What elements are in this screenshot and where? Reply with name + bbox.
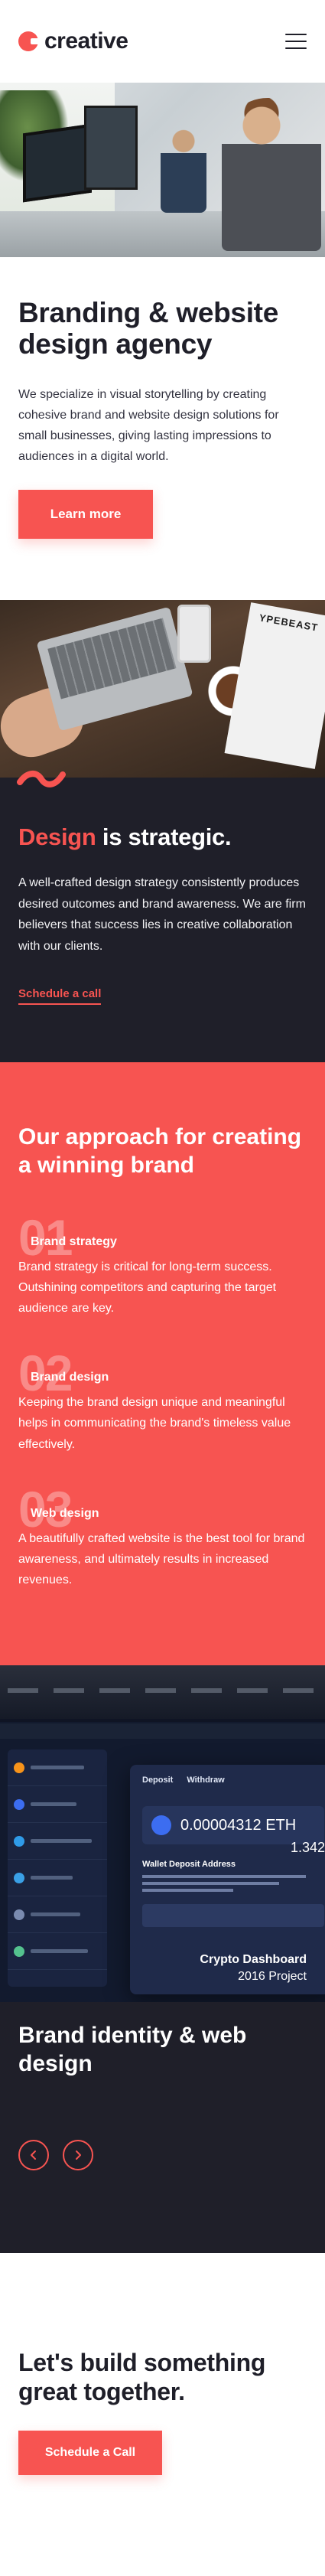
strategy-section: Design is strategic. A well-crafted desi… — [0, 771, 325, 1063]
text-line — [142, 1882, 279, 1886]
btc-icon — [14, 1762, 24, 1773]
text-line — [31, 1766, 84, 1770]
eth-icon — [14, 1798, 24, 1810]
projects-title: Brand identity & web design — [18, 2023, 247, 2076]
project-year: 2016 Project — [238, 1970, 307, 1984]
next-button[interactable] — [63, 2139, 93, 2170]
text-line — [31, 1876, 73, 1880]
menu-line — [285, 41, 307, 42]
approach-step: 01 Brand strategy Brand strategy is crit… — [18, 1212, 307, 1319]
laptop-shape — [36, 607, 193, 732]
step-title: Brand design — [31, 1371, 109, 1384]
step-text: Keeping the brand design unique and mean… — [18, 1396, 291, 1451]
person-shape — [161, 121, 206, 213]
coin-icon — [14, 1909, 24, 1920]
tab-deposit: Deposit — [142, 1775, 174, 1785]
panel-tabs: Deposit Withdraw — [130, 1765, 325, 1795]
step-title: Brand strategy — [31, 1234, 117, 1248]
monitor-shape — [23, 123, 92, 203]
menu-line — [285, 34, 307, 35]
schedule-call-link[interactable]: Schedule a call — [18, 987, 102, 1006]
step-text: Brand strategy is critical for long-term… — [18, 1260, 277, 1315]
text-line — [31, 1912, 80, 1917]
coin-icon — [14, 1945, 24, 1957]
menu-line — [285, 47, 307, 49]
approach-section: Our approach for creating a winning bran… — [0, 1062, 325, 1666]
app-nav-shape — [0, 1723, 325, 1740]
coin-list-shape — [8, 1749, 107, 1987]
hero-office-image — [0, 83, 325, 257]
phone-shape — [177, 605, 211, 664]
person-shape — [222, 98, 321, 251]
hamburger-icon[interactable] — [285, 34, 307, 49]
logo-text: creative — [44, 28, 128, 54]
step-head: 01 Brand strategy — [18, 1212, 307, 1263]
previous-button[interactable] — [18, 2139, 49, 2170]
logo-mark-icon — [18, 31, 40, 51]
strategy-title: Design is strategic. — [18, 823, 307, 851]
side-amount: 1.342 — [290, 1840, 325, 1856]
coin-row — [8, 1823, 107, 1860]
text-line — [31, 1802, 76, 1807]
eth-icon — [151, 1815, 171, 1836]
intro-section: Branding & website design agency We spec… — [0, 257, 325, 601]
site-header: creative — [0, 0, 325, 83]
page-title: Branding & website design agency — [18, 297, 278, 360]
chevron-right-icon — [76, 2150, 81, 2160]
coin-row — [8, 1860, 107, 1897]
wallet-title: Wallet Deposit Address — [142, 1860, 236, 1870]
text-line — [142, 1875, 307, 1879]
step-text: A beautifully crafted website is the bes… — [18, 1531, 305, 1587]
browser-bar-shape — [0, 1665, 325, 1720]
magazine-shape — [224, 602, 325, 770]
squiggle-icon — [17, 771, 66, 788]
approach-step: 02 Brand design Keeping the brand design… — [18, 1348, 307, 1455]
eth-amount: 0.00004312 ETH — [180, 1816, 297, 1834]
approach-step: 03 Web design A beautifully crafted webs… — [18, 1484, 307, 1591]
address-field-shape — [142, 1904, 324, 1928]
strategy-text: A well-crafted design strategy consisten… — [18, 876, 306, 953]
desk-photo — [0, 600, 325, 778]
coin-row — [8, 1933, 107, 1971]
logo[interactable]: creative — [18, 28, 128, 54]
strategy-title-rest: is strategic. — [96, 823, 232, 851]
coin-icon — [14, 1872, 24, 1883]
project-caption: Crypto Dashboard 2016 Project — [200, 1953, 307, 1984]
strategy-title-accent: Design — [18, 823, 96, 851]
text-line — [142, 1889, 233, 1893]
coin-row — [8, 1896, 107, 1934]
wallet-address: Wallet Deposit Address — [142, 1860, 324, 1893]
text-line — [31, 1839, 92, 1844]
step-title: Web design — [31, 1506, 99, 1520]
cta-title: Let's build something great together. — [18, 2348, 266, 2405]
approach-title: Our approach for creating a winning bran… — [18, 1124, 302, 1179]
project-image[interactable]: Deposit Withdraw 0.00004312 ETH Wallet D… — [0, 1665, 325, 2003]
coin-row — [8, 1749, 107, 1787]
schedule-call-button[interactable]: Schedule a Call — [18, 2431, 162, 2476]
project-name: Crypto Dashboard — [200, 1953, 307, 1967]
tab-withdraw: Withdraw — [187, 1775, 225, 1785]
coin-icon — [14, 1835, 24, 1847]
eth-balance: 0.00004312 ETH — [142, 1806, 324, 1845]
text-line — [31, 1949, 88, 1954]
monitor-shape — [84, 106, 138, 190]
coin-row — [8, 1786, 107, 1824]
step-head: 03 Web design — [18, 1484, 307, 1534]
learn-more-button[interactable]: Learn more — [18, 490, 153, 540]
cta-section: Let's build something great together. Sc… — [0, 2252, 325, 2563]
intro-text: We specialize in visual storytelling by … — [18, 387, 279, 463]
step-head: 02 Brand design — [18, 1348, 307, 1398]
projects-section: Brand identity & web design — [0, 2002, 325, 2253]
carousel-controls — [18, 2139, 307, 2170]
chevron-left-icon — [31, 2150, 36, 2160]
